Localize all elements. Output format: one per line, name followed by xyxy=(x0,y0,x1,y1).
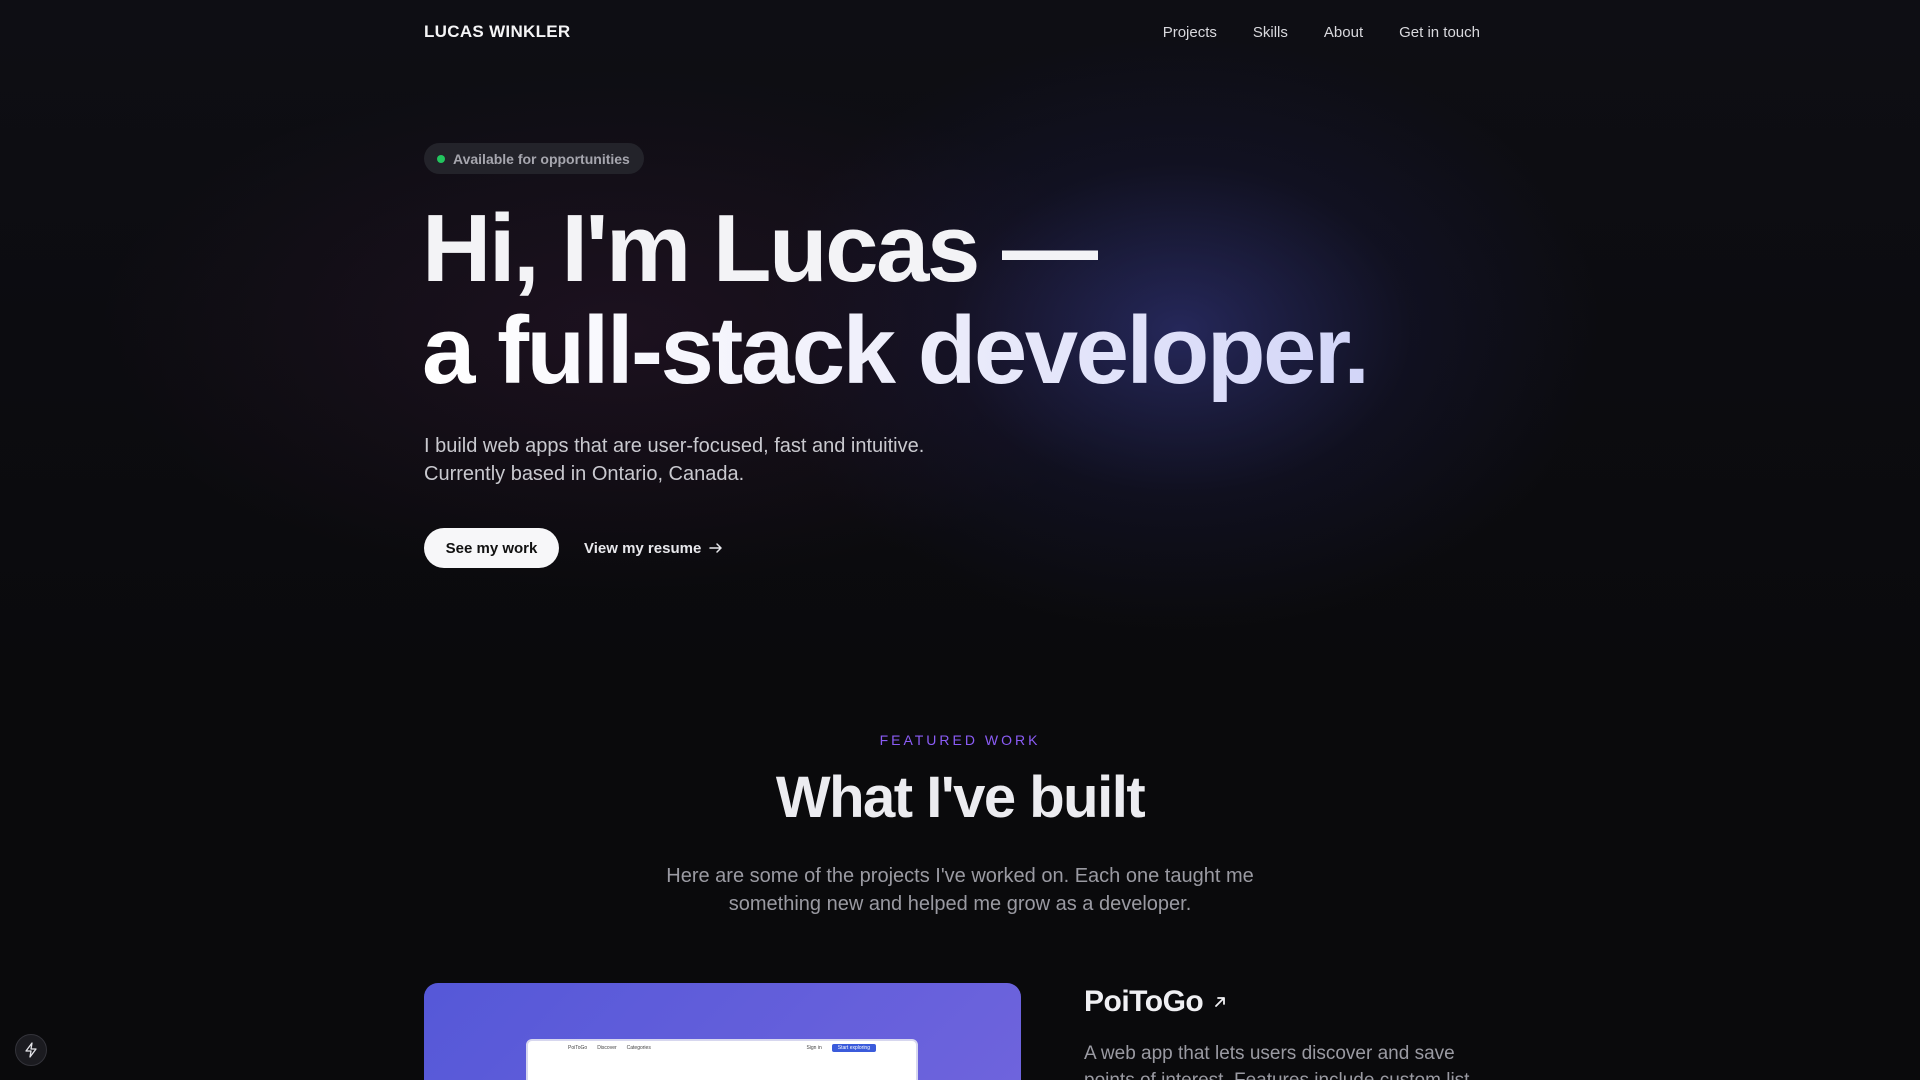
nav-link-contact[interactable]: Get in touch xyxy=(1399,24,1480,41)
project-description-line-1: A web app that lets users discover and s… xyxy=(1084,1043,1455,1064)
hero-subtitle-line-2: Currently based in Ontario, Canada. xyxy=(424,463,745,485)
mock-nav: PoiToGo Discover Categories Sign in Star… xyxy=(528,1041,916,1055)
featured-subtitle-line-1: Here are some of the projects I've worke… xyxy=(666,865,1254,887)
hero-subtitle-line-1: I build web apps that are user-focused, … xyxy=(424,435,925,457)
mock-nav-item: Discover xyxy=(597,1045,617,1051)
arrow-right-icon xyxy=(709,543,723,553)
view-resume-link[interactable]: View my resume xyxy=(584,528,723,568)
featured-subtitle: Here are some of the projects I've worke… xyxy=(0,862,1920,918)
arrow-up-right-icon xyxy=(1215,997,1226,1007)
dev-tools-button[interactable] xyxy=(15,1034,47,1066)
nav-links: Projects Skills About Get in touch xyxy=(1163,24,1480,41)
nav-link-about[interactable]: About xyxy=(1324,24,1363,41)
project-preview-card[interactable]: PoiToGo Discover Categories Sign in Star… xyxy=(424,983,1021,1080)
mock-brand: PoiToGo xyxy=(568,1045,588,1051)
hero-subtitle: I build web apps that are user-focused, … xyxy=(424,432,924,488)
mock-nav-item: Categories xyxy=(626,1045,651,1051)
project-title: PoiToGo xyxy=(1084,985,1204,1018)
availability-badge: Available for opportunities xyxy=(424,143,644,174)
hero-title-line-1: Hi, I'm Lucas — xyxy=(422,195,1098,302)
hero-title-line-2: a full-stack developer. xyxy=(422,300,1522,402)
status-dot-icon xyxy=(437,154,445,163)
project-title-link[interactable]: PoiToGo xyxy=(1084,985,1227,1019)
availability-label: Available for opportunities xyxy=(453,150,630,167)
project-screenshot: PoiToGo Discover Categories Sign in Star… xyxy=(526,1039,918,1080)
mock-signin: Sign in xyxy=(806,1045,822,1051)
view-resume-label: View my resume xyxy=(584,539,702,557)
page: LUCAS WINKLER Projects Skills About Get … xyxy=(0,0,1920,1080)
brand-logo[interactable]: LUCAS WINKLER xyxy=(424,22,571,42)
mock-cta: Start exploring xyxy=(831,1044,876,1052)
project-description-line-2: points of interest. Features include cus… xyxy=(1084,1067,1494,1080)
nav-link-projects[interactable]: Projects xyxy=(1163,24,1217,41)
featured-eyebrow: FEATURED WORK xyxy=(879,732,1041,748)
nav-link-skills[interactable]: Skills xyxy=(1253,24,1288,41)
lightning-icon xyxy=(25,1042,37,1058)
project-description: A web app that lets users discover and s… xyxy=(1084,1040,1494,1080)
hero-title: Hi, I'm Lucas — a full-stack developer. xyxy=(422,198,1522,402)
top-nav: LUCAS WINKLER Projects Skills About Get … xyxy=(424,20,1480,44)
featured-title: What I've built xyxy=(775,765,1146,830)
featured-subtitle-line-2: something new and helped me grow as a de… xyxy=(728,893,1192,915)
see-my-work-button[interactable]: See my work xyxy=(424,528,559,568)
